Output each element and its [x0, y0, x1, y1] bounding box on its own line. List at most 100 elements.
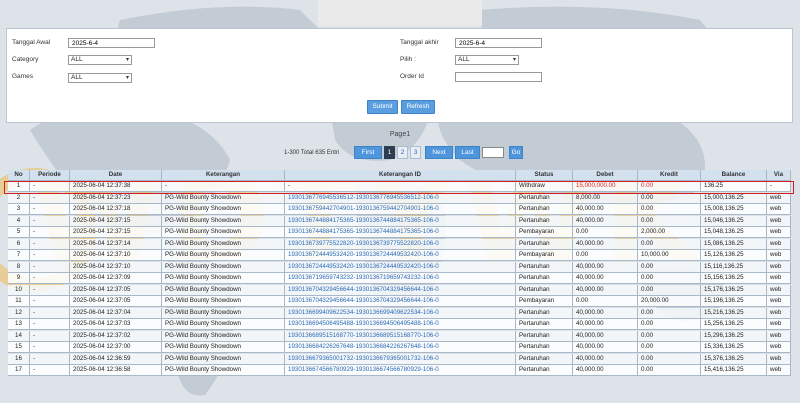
- cell-kredit: 0.00: [638, 261, 701, 273]
- cell-keterangan-id[interactable]: 1930136704329456644-1930136704329456644-…: [285, 284, 516, 296]
- end-date-label: Tanggal akhir: [400, 39, 439, 46]
- cell-kredit: 0.00: [638, 204, 701, 215]
- cell-balance: 15,156,136.25: [701, 273, 767, 284]
- table-row: 11-2025-06-04 12:37:05 PG-Wild Bounty Sho…: [8, 296, 791, 307]
- pilih-value: ALL: [458, 56, 470, 63]
- cell-debet: 40,000.00: [573, 238, 638, 250]
- cell-via: web: [767, 192, 791, 204]
- games-select[interactable]: ALL ▾: [68, 73, 132, 83]
- page-3-button[interactable]: 3: [410, 146, 421, 159]
- cell-no: 5: [8, 227, 30, 238]
- cell-keterangan-id[interactable]: 1930136694506495488-1930136694506495488-…: [285, 319, 516, 330]
- cell-via: web: [767, 284, 791, 296]
- submit-button[interactable]: Submit: [367, 100, 398, 114]
- cell-debet: 40,000.00: [573, 261, 638, 273]
- cell-debet: 40,000.00: [573, 204, 638, 215]
- page-1-button[interactable]: 1: [384, 146, 395, 159]
- cell-status: Pertaruhan: [516, 307, 573, 319]
- cell-kredit: 0.00: [638, 192, 701, 204]
- cell-no: 15: [8, 342, 30, 353]
- table-row: 2-2025-06-04 12:37:23 PG-Wild Bounty Show…: [8, 192, 791, 204]
- cell-via: web: [767, 307, 791, 319]
- cell-kredit: 0.00: [638, 342, 701, 353]
- cell-keterangan: PG-Wild Bounty Showdown: [162, 192, 285, 204]
- table-row: 14-2025-06-04 12:37:02 PG-Wild Bounty Sho…: [8, 330, 791, 342]
- cell-debet: 40,000.00: [573, 365, 638, 376]
- cell-status: Pertaruhan: [516, 215, 573, 227]
- cell-periode: -: [30, 353, 70, 365]
- cell-date: 2025-06-04 12:37:02: [70, 330, 162, 342]
- cell-keterangan-id[interactable]: 1930136744884175365-1930136744884175365-…: [285, 227, 516, 238]
- order-id-input[interactable]: [455, 72, 542, 82]
- cell-keterangan: PG-Wild Bounty Showdown: [162, 204, 285, 215]
- cell-no: 16: [8, 353, 30, 365]
- cell-no: 3: [8, 204, 30, 215]
- page-number-input[interactable]: [482, 147, 504, 158]
- category-label: Category: [12, 56, 39, 63]
- page-2-button[interactable]: 2: [397, 146, 408, 159]
- category-select[interactable]: ALL ▾: [68, 55, 132, 65]
- pilih-select[interactable]: ALL ▾: [455, 55, 519, 65]
- end-date-input[interactable]: [455, 38, 542, 48]
- cell-date: 2025-06-04 12:37:03: [70, 319, 162, 330]
- cell-status: Pertaruhan: [516, 238, 573, 250]
- cell-status: Pertaruhan: [516, 365, 573, 376]
- category-value: ALL: [71, 56, 83, 63]
- cell-keterangan-id[interactable]: 1930136684226267648-1930136684226267648-…: [285, 342, 516, 353]
- cell-keterangan-id[interactable]: 1930136674566780929-1930136674566780929-…: [285, 365, 516, 376]
- cell-status: Pertaruhan: [516, 261, 573, 273]
- cell-no: 6: [8, 238, 30, 250]
- games-label: Games: [12, 73, 33, 80]
- cell-balance: 15,336,136.25: [701, 342, 767, 353]
- cell-status: Pertaruhan: [516, 192, 573, 204]
- cell-keterangan-id[interactable]: 1930136776945536512-1930136776945536512-…: [285, 192, 516, 204]
- cell-periode: -: [30, 330, 70, 342]
- cell-no: 9: [8, 273, 30, 284]
- cell-via: web: [767, 273, 791, 284]
- chevron-down-icon: ▾: [125, 75, 129, 81]
- cell-kredit: 0.00: [638, 284, 701, 296]
- cell-keterangan-id[interactable]: 1930136679365001732-1930136679365001732-…: [285, 353, 516, 365]
- cell-kredit: 0.00: [638, 307, 701, 319]
- cell-kredit: 0.00: [638, 273, 701, 284]
- next-page-button[interactable]: Next: [425, 146, 453, 159]
- start-date-input[interactable]: [68, 38, 155, 48]
- first-page-button[interactable]: First: [354, 146, 382, 159]
- cell-date: 2025-06-04 12:37:00: [70, 342, 162, 353]
- cell-debet: 0.00: [573, 227, 638, 238]
- header-via: Via: [767, 170, 791, 181]
- cell-debet: 8,000.00: [573, 192, 638, 204]
- cell-keterangan-id[interactable]: 1930136739775522820-1930136739775522820-…: [285, 238, 516, 250]
- cell-keterangan-id[interactable]: 1930136744884175365-1930136744884175365-…: [285, 215, 516, 227]
- cell-keterangan-id[interactable]: 1930136719659743232-1930136719659743232-…: [285, 273, 516, 284]
- cell-keterangan: PG-Wild Bounty Showdown: [162, 215, 285, 227]
- cell-keterangan-id[interactable]: 1930136724449532420-1930136724449532420-…: [285, 250, 516, 261]
- cell-debet: 0.00: [573, 250, 638, 261]
- table-row: 16-2025-06-04 12:36:59 PG-Wild Bounty Sho…: [8, 353, 791, 365]
- cell-debet: 40,000.00: [573, 215, 638, 227]
- page-title: Page1: [389, 131, 411, 138]
- last-page-button[interactable]: Last: [455, 146, 480, 159]
- header-keterangan: Keterangan: [162, 170, 285, 181]
- order-id-label: Order Id: [400, 73, 424, 80]
- cell-balance: 15,416,136.25: [701, 365, 767, 376]
- cell-keterangan: PG-Wild Bounty Showdown: [162, 284, 285, 296]
- cell-date: 2025-06-04 12:37:15: [70, 227, 162, 238]
- cell-keterangan: PG-Wild Bounty Showdown: [162, 342, 285, 353]
- refresh-button[interactable]: Refresh: [401, 100, 435, 114]
- table-row: 9-2025-06-04 12:37:09 PG-Wild Bounty Show…: [8, 273, 791, 284]
- cell-keterangan-id[interactable]: 1930136704329456644-1930136704329456644-…: [285, 296, 516, 307]
- go-button[interactable]: Go: [509, 146, 523, 159]
- cell-date: 2025-06-04 12:37:04: [70, 307, 162, 319]
- cell-keterangan: PG-Wild Bounty Showdown: [162, 238, 285, 250]
- cell-keterangan-id[interactable]: 1930136689515168770-1930136689515168770-…: [285, 330, 516, 342]
- cell-periode: -: [30, 215, 70, 227]
- cell-keterangan: PG-Wild Bounty Showdown: [162, 307, 285, 319]
- cell-status: Pembayaran: [516, 250, 573, 261]
- cell-keterangan: PG-Wild Bounty Showdown: [162, 227, 285, 238]
- games-value: ALL: [71, 74, 83, 81]
- cell-keterangan-id[interactable]: 1930136724449532420-1930136724449532420-…: [285, 261, 516, 273]
- cell-keterangan-id[interactable]: 1930136699409622534-1930136699409622534-…: [285, 307, 516, 319]
- cell-keterangan-id[interactable]: 1930136759442704901-1930136759442704901-…: [285, 204, 516, 215]
- cell-via: web: [767, 342, 791, 353]
